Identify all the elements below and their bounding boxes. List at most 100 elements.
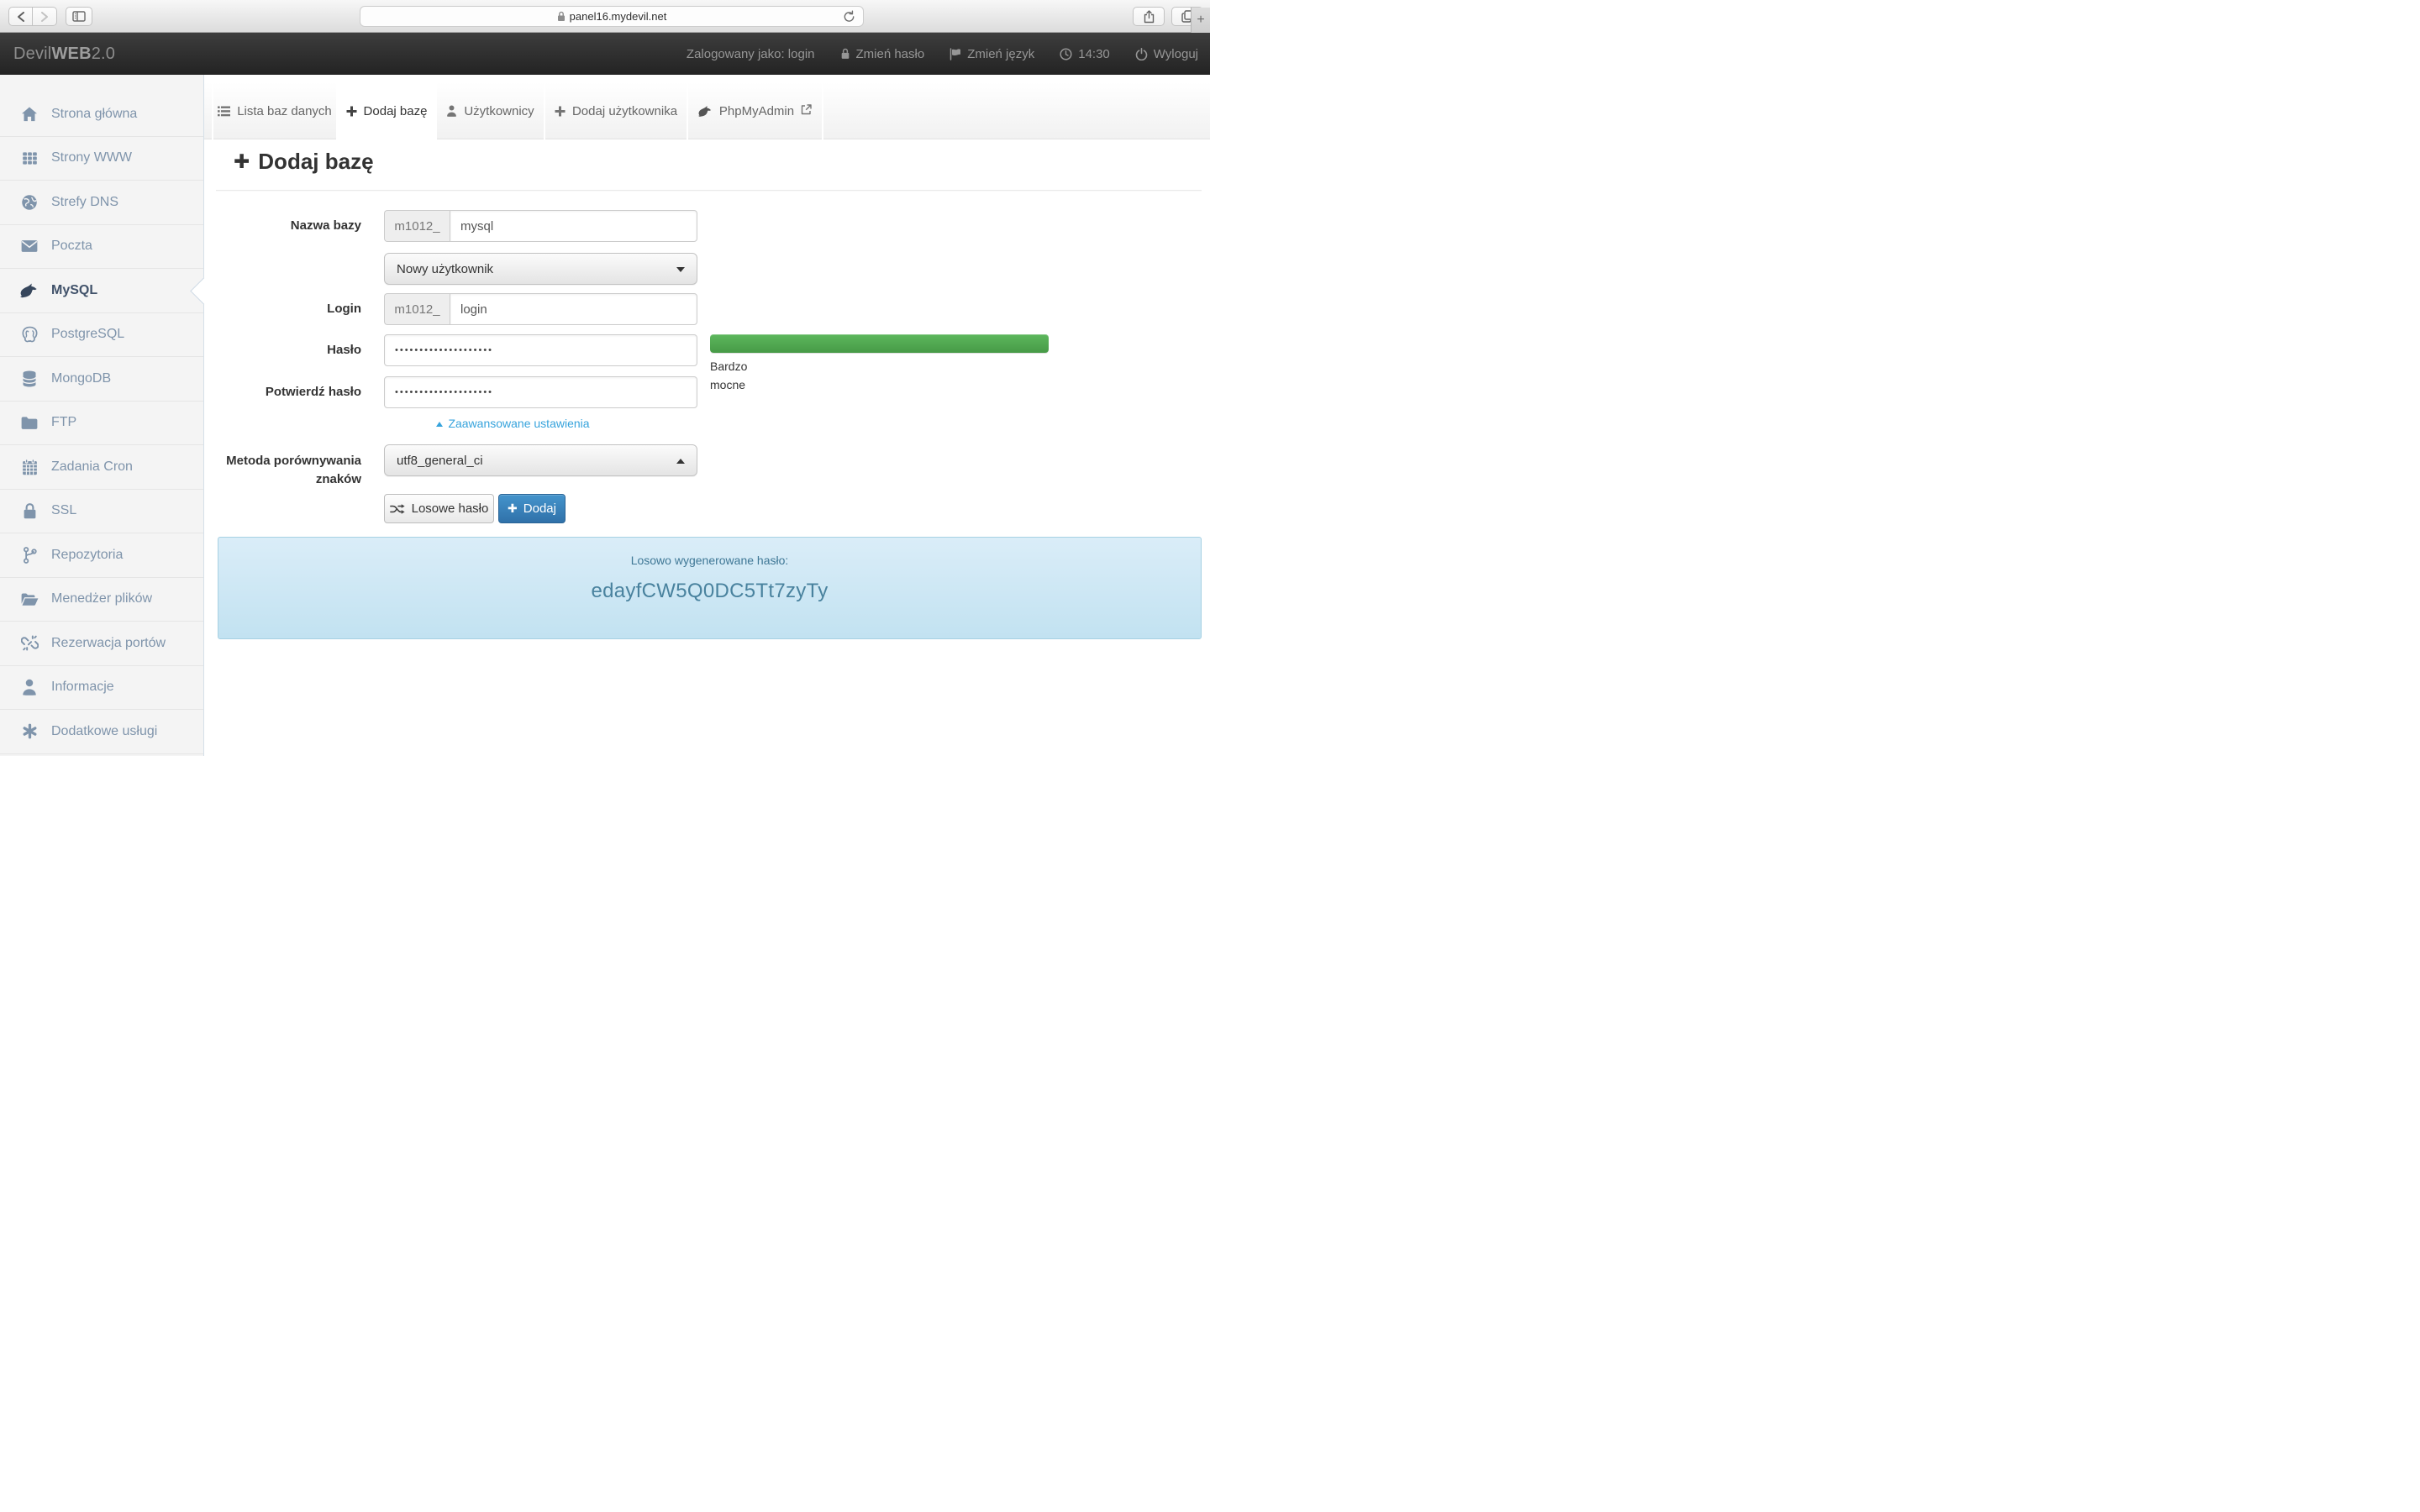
change-language-link[interactable]: Zmień język	[950, 47, 1034, 61]
sidebar-item-mongodb[interactable]: MongoDB	[0, 357, 203, 402]
clock-item: 14:30	[1060, 47, 1110, 61]
sidebar-item-ftp[interactable]: FTP	[0, 402, 203, 446]
login-group: m1012_	[384, 293, 697, 325]
password-label: Hasło	[204, 334, 361, 366]
power-icon	[1135, 48, 1148, 60]
chevron-left-icon	[17, 12, 25, 22]
title-divider	[216, 190, 1202, 192]
sidebar-item-websites[interactable]: Strony WWW	[0, 137, 203, 181]
url-field[interactable]: panel16.mydevil.net	[360, 6, 864, 27]
login-prefix: m1012_	[384, 293, 450, 325]
form-buttons: Losowe hasło ✚ Dodaj	[384, 494, 566, 523]
forward-button[interactable]	[33, 7, 57, 26]
sidebar-item-postgresql[interactable]: PostgreSQL	[0, 313, 203, 358]
brand-bold: WEB	[51, 45, 91, 64]
password-input[interactable]	[384, 334, 697, 366]
caret-down-icon	[676, 267, 685, 272]
chevron-right-icon	[40, 12, 49, 22]
mysql-dolphin-icon	[698, 105, 713, 118]
sidebar-item-home[interactable]: Strona główna	[0, 92, 203, 137]
password-strength-bar	[710, 334, 1049, 353]
tab-users[interactable]: Użytkownicy	[435, 82, 544, 139]
lock-icon	[557, 11, 566, 22]
new-tab-button[interactable]: +	[1191, 8, 1210, 33]
generated-password-value: edayfCW5Q0DC5Tt7zyTy	[218, 580, 1201, 603]
brand-suffix: 2.0	[92, 45, 115, 64]
db-name-input[interactable]	[450, 210, 697, 242]
app-header-right: Zalogowany jako: login Zmień hasło Zmień…	[687, 33, 1198, 75]
globe-icon	[20, 193, 39, 212]
tab-phpmyadmin[interactable]: PhpMyAdmin	[687, 82, 823, 139]
user-icon	[20, 678, 39, 696]
sidebar-item-info[interactable]: Informacje	[0, 666, 203, 711]
postgresql-elephant-icon	[20, 325, 39, 344]
url-text: panel16.mydevil.net	[570, 10, 667, 23]
advanced-settings-link[interactable]: Zaawansowane ustawienia	[356, 417, 670, 430]
confirm-password-input[interactable]	[384, 376, 697, 408]
folder-open-icon	[20, 590, 39, 608]
sidebar-toggle-button[interactable]	[66, 7, 92, 26]
add-button[interactable]: ✚ Dodaj	[498, 494, 566, 523]
calendar-icon	[20, 458, 39, 476]
plus-icon: ✚	[234, 150, 250, 173]
user-select[interactable]: Nowy użytkownik	[384, 253, 697, 285]
sidebar-item-repositories[interactable]: Repozytoria	[0, 533, 203, 578]
db-name-prefix: m1012_	[384, 210, 450, 242]
lock-icon	[840, 48, 850, 60]
page-title: ✚ Dodaj bazę	[234, 149, 374, 175]
app-logo: DevilWEB 2.0	[13, 33, 115, 75]
mysql-dolphin-icon	[20, 281, 39, 300]
broken-link-icon	[20, 634, 39, 653]
external-link-icon	[801, 104, 812, 118]
caret-up-icon	[676, 459, 685, 464]
generated-password-box: Losowo wygenerowane hasło: edayfCW5Q0DC5…	[218, 537, 1202, 639]
sidebar-item-extra-services[interactable]: Dodatkowe usługi	[0, 710, 203, 754]
login-input[interactable]	[450, 293, 697, 325]
logout-link[interactable]: Wyloguj	[1135, 47, 1198, 61]
sidebar-item-ports[interactable]: Rezerwacja portów	[0, 622, 203, 666]
shuffle-icon	[390, 503, 405, 515]
tab-add-database[interactable]: Dodaj bazę	[336, 82, 435, 140]
sidebar: Strona główna Strony WWW Strefy DNS Pocz…	[0, 75, 204, 756]
db-name-label: Nazwa bazy	[204, 210, 361, 242]
folder-icon	[20, 413, 39, 432]
plus-icon	[555, 106, 566, 117]
random-password-button[interactable]: Losowe hasło	[384, 494, 494, 523]
tab-database-list[interactable]: Lista baz danych	[212, 82, 336, 139]
sidebar-item-dns[interactable]: Strefy DNS	[0, 181, 203, 225]
generated-password-caption: Losowo wygenerowane hasło:	[218, 554, 1201, 567]
list-icon	[218, 106, 230, 117]
caret-up-icon	[436, 422, 443, 427]
user-icon	[446, 105, 457, 117]
browser-chrome: panel16.mydevil.net +	[0, 0, 1210, 33]
envelope-icon	[20, 237, 39, 255]
sidebar-panel-icon	[72, 11, 86, 22]
sidebar-item-cron[interactable]: Zadania Cron	[0, 445, 203, 490]
padlock-icon	[20, 501, 39, 520]
sidebar-item-file-manager[interactable]: Menedżer plików	[0, 578, 203, 622]
collation-select[interactable]: utf8_general_ci	[384, 444, 697, 476]
collation-label: Metoda porównywania znaków	[204, 444, 361, 489]
back-button[interactable]	[8, 7, 33, 26]
sidebar-item-mysql[interactable]: MySQL	[0, 269, 203, 313]
login-label: Login	[204, 293, 361, 325]
screen: panel16.mydevil.net + DevilWEB 2.0 Zalog…	[0, 0, 1210, 756]
confirm-password-label: Potwierdź hasło	[204, 376, 361, 408]
password-strength-label: Bardzo mocne	[710, 357, 764, 394]
asterisk-icon	[20, 722, 39, 741]
sidebar-item-ssl[interactable]: SSL	[0, 490, 203, 534]
grid-icon	[20, 149, 39, 167]
plus-icon: +	[1197, 13, 1204, 28]
share-icon	[1144, 10, 1155, 24]
change-password-link[interactable]: Zmień hasło	[840, 47, 925, 61]
flag-icon	[950, 48, 961, 60]
logged-in-as: Zalogowany jako: login	[687, 47, 815, 61]
share-button[interactable]	[1133, 7, 1165, 26]
tab-bar: Lista baz danych Dodaj bazę Użytkownicy …	[204, 82, 1210, 139]
tab-add-user[interactable]: Dodaj użytkownika	[544, 82, 687, 139]
sidebar-item-mail[interactable]: Poczta	[0, 225, 203, 270]
reload-icon[interactable]	[843, 10, 855, 26]
home-icon	[20, 105, 39, 123]
brand-prefix: Devil	[13, 45, 51, 64]
main-content: Lista baz danych Dodaj bazę Użytkownicy …	[204, 75, 1210, 756]
